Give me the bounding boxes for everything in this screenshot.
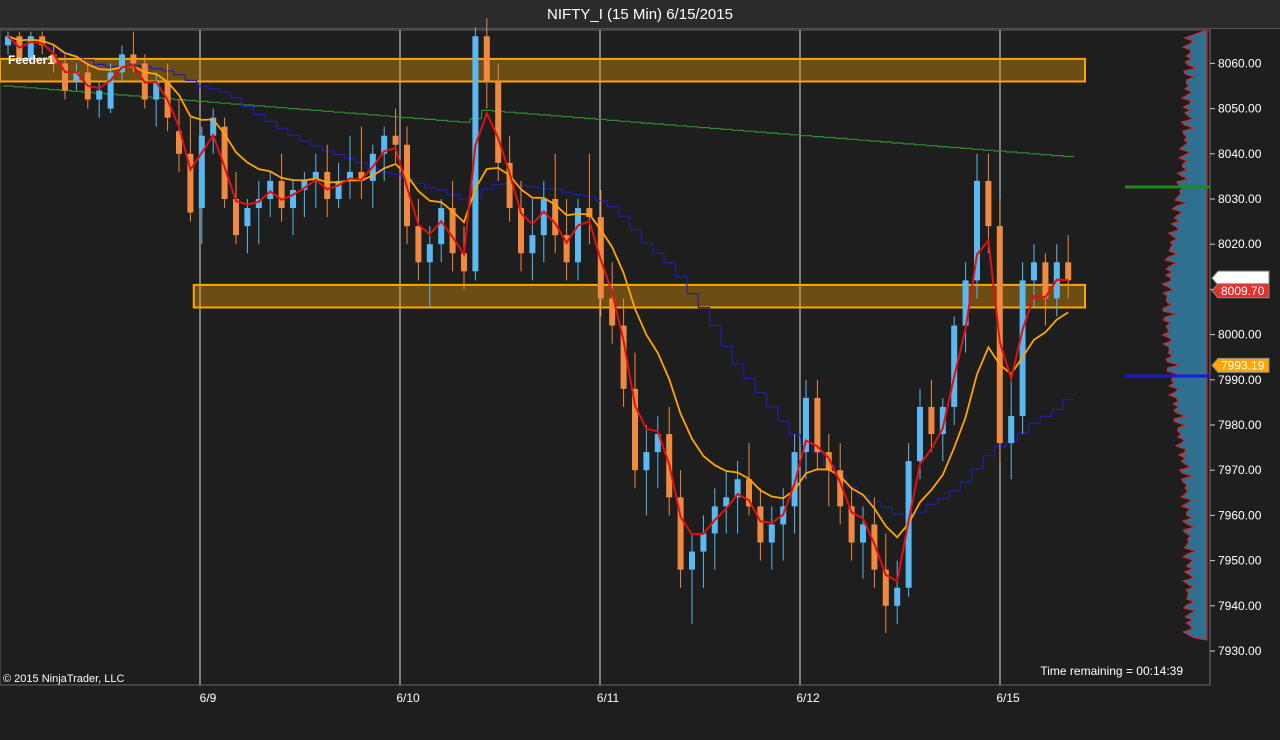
- candle-body: [643, 452, 650, 471]
- supply-demand-zone: [192, 283, 1087, 309]
- y-tick-label: 7980.00: [1218, 418, 1262, 432]
- time-remaining-text: Time remaining = 00:14:39: [1040, 664, 1183, 678]
- candle-body: [894, 587, 901, 606]
- y-tick-label: 8060.00: [1218, 56, 1262, 70]
- candle-body: [529, 235, 536, 254]
- y-tick-label: 7930.00: [1218, 644, 1262, 658]
- x-tick-label: 6/11: [597, 691, 620, 705]
- candle-body: [278, 180, 285, 209]
- plot-area: [0, 29, 1211, 686]
- y-tick-label: 8020.00: [1218, 237, 1262, 251]
- y-tick-label: 8050.00: [1218, 102, 1262, 116]
- candle-body: [1008, 415, 1015, 444]
- price-marker-label: 7993.19: [1221, 358, 1265, 372]
- x-tick-label: 6/15: [996, 691, 1020, 705]
- y-tick-label: 8040.00: [1218, 147, 1262, 161]
- x-tick-label: 6/12: [796, 691, 820, 705]
- x-tick-label: 6/9: [200, 691, 217, 705]
- candle-body: [575, 208, 581, 263]
- candle-body: [689, 551, 695, 570]
- price-marker-label: 8009.70: [1221, 284, 1265, 298]
- candle-body: [768, 524, 775, 543]
- y-tick-label: 7950.00: [1218, 554, 1262, 568]
- copyright-text: © 2015 NinjaTrader, LLC: [3, 673, 124, 685]
- candle-body: [700, 533, 707, 552]
- candle-body: [96, 90, 103, 100]
- candle-body: [449, 208, 456, 254]
- candle-body: [540, 199, 547, 236]
- candle-body: [495, 81, 502, 163]
- candle-body: [757, 506, 764, 543]
- candle-body: [130, 54, 137, 64]
- y-tick-label: 8030.00: [1218, 192, 1262, 206]
- y-tick-label: 7990.00: [1218, 373, 1262, 387]
- candle-body: [392, 135, 399, 145]
- y-tick-label: 7940.00: [1218, 599, 1262, 613]
- y-tick-label: 7970.00: [1218, 463, 1262, 477]
- candle-body: [1019, 280, 1026, 416]
- candle-body: [1031, 262, 1037, 281]
- candle-body: [483, 36, 490, 82]
- candle-body: [415, 226, 422, 263]
- candle-body: [267, 180, 274, 199]
- candle-body: [426, 244, 433, 263]
- candle-body: [198, 135, 205, 209]
- y-tick-label: 8000.00: [1218, 328, 1262, 342]
- candle-body: [814, 397, 821, 453]
- candle-body: [985, 180, 992, 227]
- candle-body: [438, 208, 445, 245]
- candle-body: [917, 406, 923, 462]
- candle-body: [324, 171, 331, 199]
- panel-label: Feeder1: [8, 53, 54, 67]
- candle-body: [1065, 262, 1072, 281]
- candle-body: [233, 199, 239, 236]
- x-tick-label: 6/10: [396, 691, 420, 705]
- candle-body: [244, 208, 251, 227]
- y-tick-label: 7960.00: [1218, 508, 1262, 522]
- price-chart[interactable]: 6/9 6/10 6/11 6/12 6/15 8060.00 8050.00 8040.00…: [0, 0, 1280, 740]
- candle-body: [928, 406, 935, 435]
- candle-body: [860, 524, 866, 543]
